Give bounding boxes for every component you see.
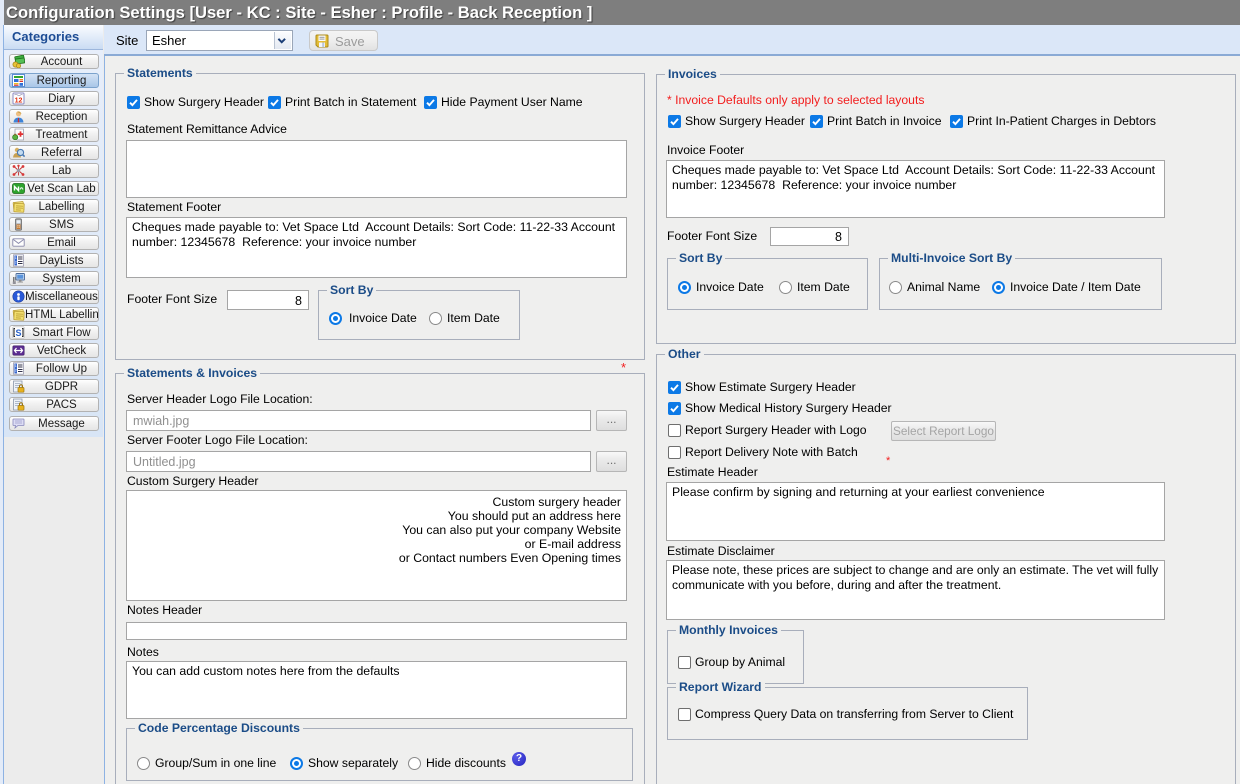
svg-text:2: 2 — [15, 261, 17, 265]
svg-text:1: 1 — [15, 364, 17, 368]
svg-text:2: 2 — [15, 369, 17, 373]
svg-text:1: 1 — [15, 256, 17, 260]
svg-text:12: 12 — [15, 98, 23, 105]
svg-text:S: S — [15, 328, 21, 338]
